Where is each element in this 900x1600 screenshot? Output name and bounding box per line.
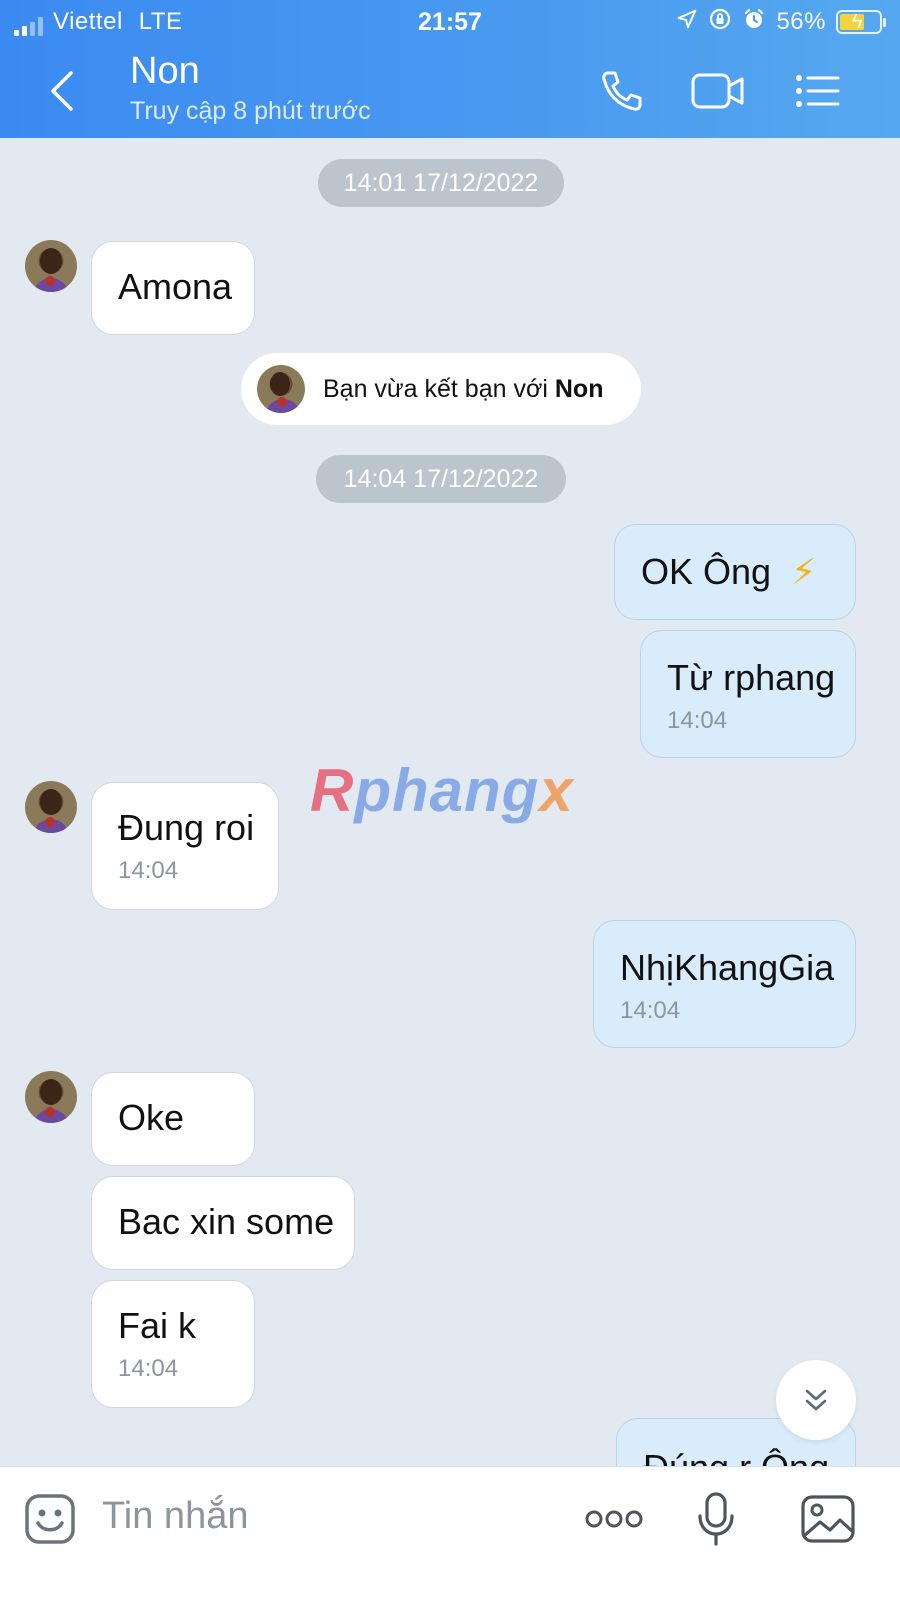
contact-avatar[interactable] xyxy=(25,1071,77,1123)
rotation-lock-icon xyxy=(708,7,732,36)
send-image-button[interactable] xyxy=(798,1489,858,1549)
friend-added-notice: Bạn vừa kết bạn với Non xyxy=(241,353,641,425)
message-text: Oke xyxy=(118,1097,185,1138)
alarm-icon xyxy=(742,7,766,36)
video-call-button[interactable] xyxy=(690,66,746,116)
location-icon xyxy=(676,8,698,35)
outgoing-message[interactable]: Từ rphang 14:04 xyxy=(640,630,856,758)
message-list[interactable]: 14:01 17/12/2022 Amona Bạn vừa kết bạn v… xyxy=(0,138,900,1498)
sticker-button[interactable] xyxy=(20,1489,80,1549)
more-dots-icon xyxy=(585,1510,643,1528)
chevron-left-icon xyxy=(51,71,73,111)
message-text: Amona xyxy=(118,266,233,307)
outgoing-message[interactable]: NhịKhangGia 14:04 xyxy=(593,920,856,1048)
incoming-message[interactable]: Fai k 14:04 xyxy=(91,1280,255,1408)
friend-notice-text: Bạn vừa kết bạn với xyxy=(323,374,548,403)
voice-call-button[interactable] xyxy=(594,66,650,116)
more-options-button[interactable] xyxy=(584,1489,644,1549)
smiley-sticker-icon xyxy=(25,1494,75,1544)
watermark-logo: Rphangx xyxy=(310,757,574,824)
double-chevron-down-icon xyxy=(805,1389,827,1411)
menu-button[interactable] xyxy=(790,66,846,116)
friend-notice-name: Non xyxy=(554,374,604,403)
message-time: 14:04 xyxy=(667,707,728,734)
date-separator: 14:01 17/12/2022 xyxy=(318,159,564,207)
message-text: Bac xin some xyxy=(118,1201,335,1242)
message-time: 14:04 xyxy=(118,857,179,884)
lightning-emoji: ⚡ xyxy=(791,551,817,592)
contact-avatar xyxy=(257,365,305,413)
image-gallery-icon xyxy=(801,1495,855,1543)
menu-list-icon xyxy=(796,75,840,107)
message-time: 14:04 xyxy=(620,997,681,1024)
contact-avatar[interactable] xyxy=(25,781,77,833)
chat-header: Viettel LTE 21:57 56% ϟ Non Truy cập 8 p… xyxy=(0,0,900,138)
video-camera-icon xyxy=(691,73,744,109)
message-text: NhịKhangGia xyxy=(620,947,835,988)
microphone-icon xyxy=(698,1492,734,1546)
message-text: Đung roi xyxy=(118,807,255,848)
contact-avatar[interactable] xyxy=(25,240,77,292)
date-separator: 14:04 17/12/2022 xyxy=(316,455,566,503)
incoming-message[interactable]: Amona xyxy=(91,241,255,335)
back-button[interactable] xyxy=(40,66,84,116)
message-time: 14:04 xyxy=(118,1355,179,1382)
message-text: Fai k xyxy=(118,1305,197,1346)
last-seen-status: Truy cập 8 phút trước xyxy=(130,97,371,125)
incoming-message[interactable]: Bac xin some xyxy=(91,1176,355,1270)
contact-name[interactable]: Non xyxy=(130,50,200,93)
incoming-message[interactable]: Đung roi 14:04 xyxy=(91,782,279,910)
message-input-bar: Tin nhắn xyxy=(0,1466,900,1600)
message-text: OK Ông xyxy=(641,551,772,592)
incoming-message[interactable]: Oke xyxy=(91,1072,255,1166)
status-bar: Viettel LTE 21:57 56% ϟ xyxy=(0,0,900,46)
message-text: Từ rphang xyxy=(667,657,836,698)
phone-icon xyxy=(602,71,642,111)
outgoing-message[interactable]: OK Ông ⚡ xyxy=(614,524,856,620)
battery-percent: 56% xyxy=(776,7,826,35)
scroll-to-bottom-button[interactable] xyxy=(776,1360,856,1440)
message-input[interactable]: Tin nhắn xyxy=(102,1495,248,1538)
voice-message-button[interactable] xyxy=(686,1489,746,1549)
battery-icon: ϟ xyxy=(836,9,886,34)
